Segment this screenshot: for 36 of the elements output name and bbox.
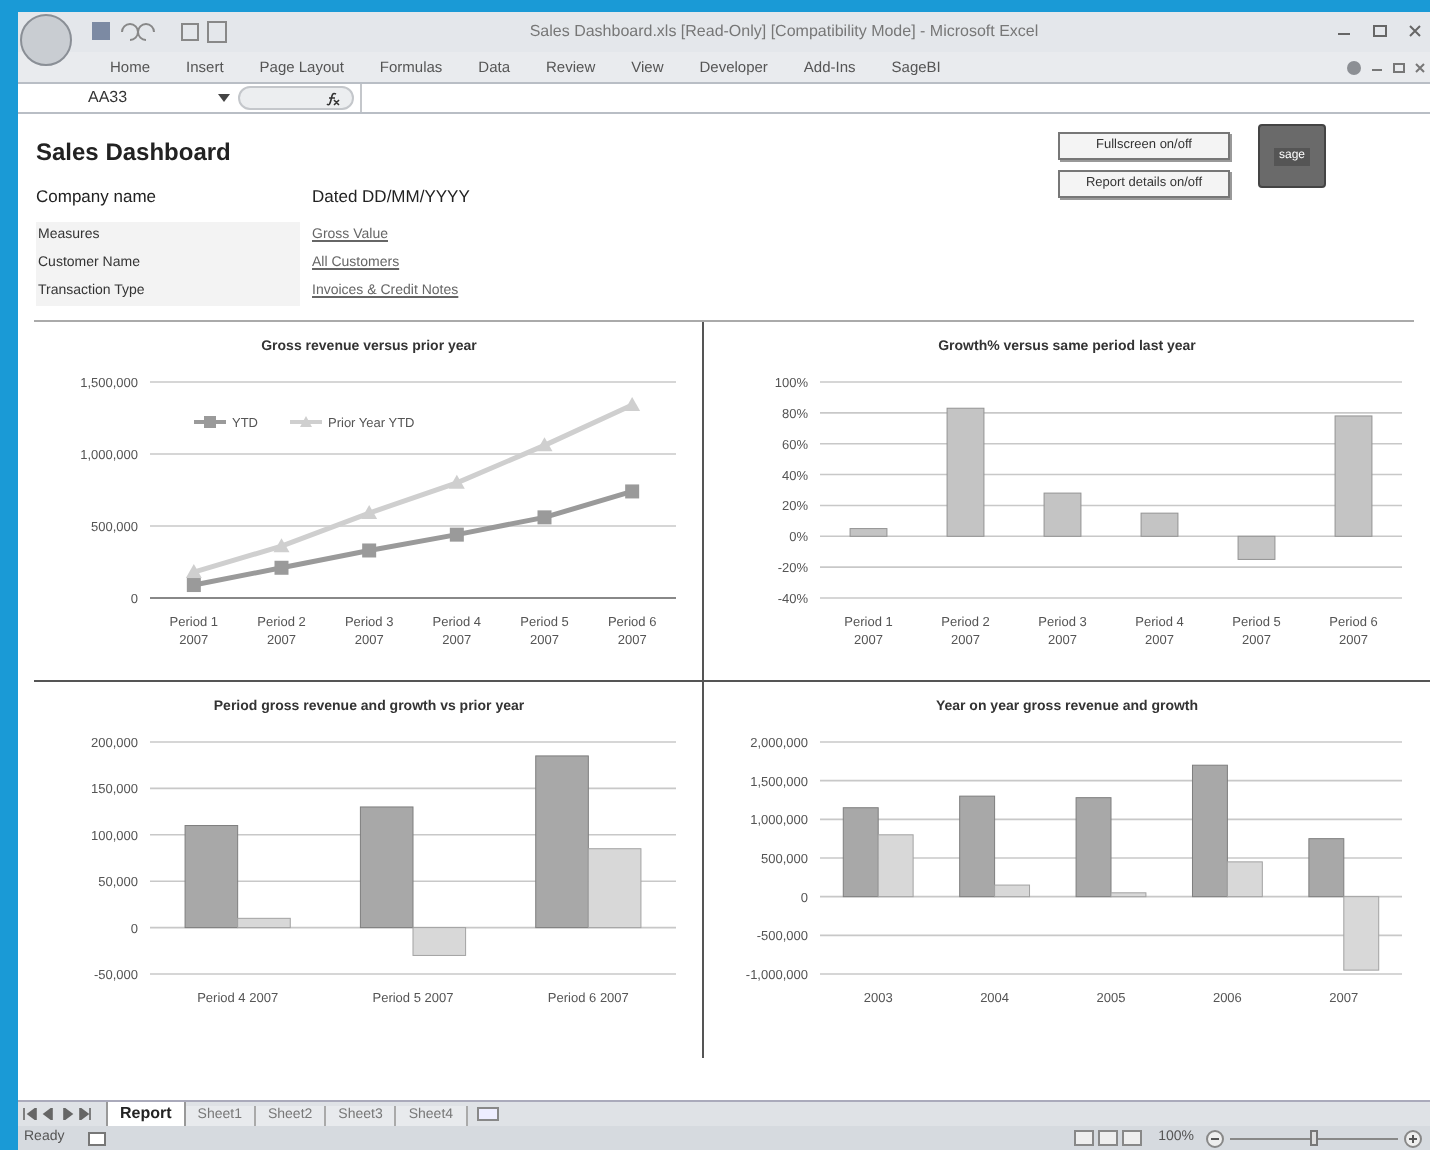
data-marker: [362, 543, 377, 558]
window-controls-icon[interactable]: [1334, 22, 1426, 42]
bar: [1343, 896, 1380, 971]
data-marker: [625, 484, 640, 499]
company-name: Company name: [36, 183, 159, 209]
quick-access-icon[interactable]: [90, 20, 230, 44]
bar: [1308, 838, 1345, 898]
help-icon[interactable]: [1346, 59, 1362, 75]
view-buttons-icon[interactable]: [1074, 1130, 1142, 1146]
sheet-tab[interactable]: Report: [106, 1102, 186, 1126]
data-marker: [537, 510, 552, 525]
zoom-slider[interactable]: [1230, 1130, 1398, 1146]
zoom-out-icon[interactable]: [1206, 1129, 1224, 1147]
office-button[interactable]: [20, 14, 72, 66]
bar: [877, 834, 914, 898]
sheet-navigation-icon[interactable]: [22, 1108, 94, 1120]
zoom-slider-thumb[interactable]: [1310, 1130, 1318, 1146]
legend-marker-icon: [194, 416, 226, 428]
insert-sheet-icon[interactable]: [475, 1106, 500, 1122]
bar: [842, 807, 879, 898]
report-title: Sales Dashboard: [36, 136, 233, 170]
legend-marker-icon: [290, 416, 322, 427]
data-marker: [361, 505, 378, 520]
report-date: Dated DD/MM/YYYY: [312, 183, 470, 209]
window-title: Sales Dashboard.xls [Read-Only] [Compatibility Mode] - Microsoft Excel: [527, 20, 1041, 44]
zoom-in-icon[interactable]: [1404, 1129, 1422, 1147]
dropdown-caret-icon[interactable]: [218, 94, 230, 102]
data-marker: [273, 538, 290, 553]
workbook-controls-icon[interactable]: [1370, 59, 1426, 75]
macro-record-icon[interactable]: [88, 1131, 107, 1145]
data-marker: [274, 560, 289, 575]
data-marker: [624, 397, 641, 412]
fx-icon[interactable]: [326, 92, 340, 106]
data-marker: [449, 527, 464, 542]
name-box[interactable]: AA33: [18, 86, 218, 110]
data-marker: [448, 474, 465, 489]
